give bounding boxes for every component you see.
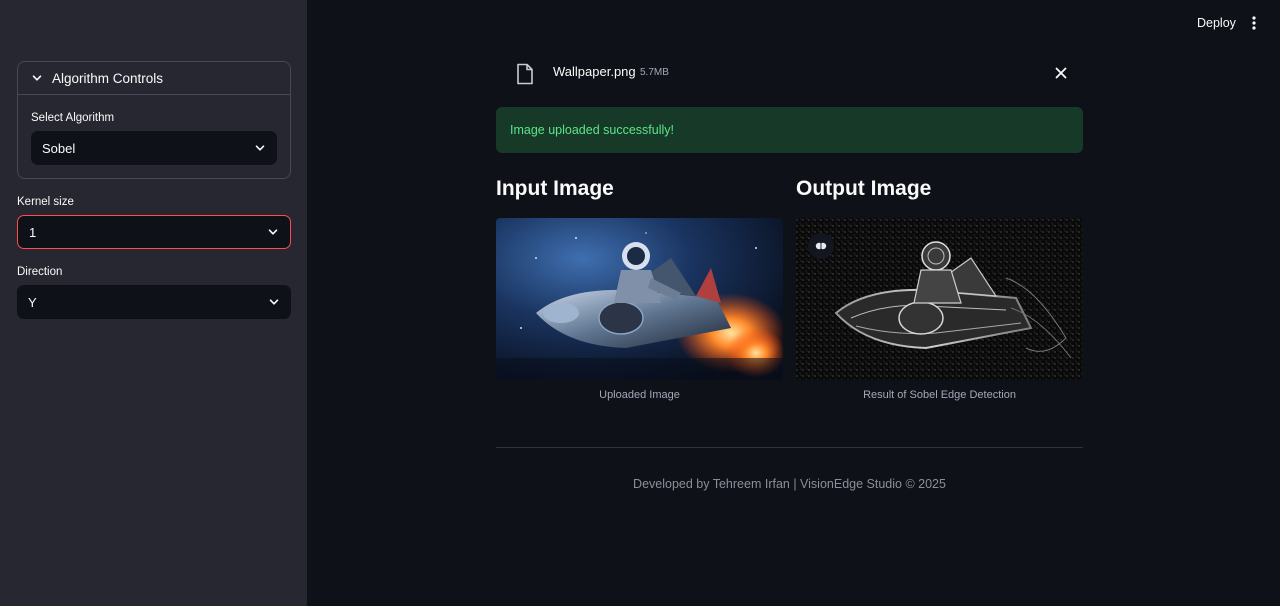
brain-icon [815, 242, 827, 250]
algorithm-select[interactable]: Sobel [31, 131, 277, 165]
input-image-heading: Input Image [496, 177, 614, 200]
success-alert-text: Image uploaded successfully! [510, 123, 674, 137]
algorithm-select-value: Sobel [42, 140, 76, 156]
chevron-down-icon [255, 145, 265, 151]
expander-header[interactable]: Algorithm Controls [18, 62, 290, 95]
sobel-edge-image [796, 218, 1083, 380]
file-icon [517, 63, 533, 85]
direction-select[interactable]: Y [17, 285, 291, 319]
close-icon[interactable] [1054, 66, 1068, 80]
input-image-caption: Uploaded Image [599, 389, 680, 401]
output-image-caption: Result of Sobel Edge Detection [863, 389, 1016, 401]
brain-icon-badge[interactable] [808, 233, 834, 259]
select-algorithm-label: Select Algorithm [31, 112, 115, 124]
kernel-size-label: Kernel size [17, 196, 74, 208]
divider [496, 447, 1083, 448]
output-image [796, 218, 1083, 380]
deploy-button[interactable]: Deploy [1197, 16, 1236, 30]
success-alert: Image uploaded successfully! [496, 107, 1083, 153]
footer-text: Developed by Tehreem Irfan | VisionEdge … [633, 477, 946, 491]
input-image [496, 218, 783, 380]
app-root: Algorithm Controls Select Algorithm Sobe… [0, 0, 1280, 606]
uploaded-file-size: 5.7MB [640, 67, 669, 78]
uploaded-file-name: Wallpaper.png [553, 64, 636, 79]
direction-value: Y [28, 294, 37, 310]
more-options-icon[interactable] [1247, 15, 1261, 31]
chevron-down-icon [268, 229, 278, 235]
expander-title: Algorithm Controls [52, 70, 164, 86]
output-image-heading: Output Image [796, 177, 932, 200]
sidebar: Algorithm Controls Select Algorithm Sobe… [0, 0, 307, 606]
chevron-down-icon [269, 299, 279, 305]
astronaut-rocket-image [496, 218, 783, 380]
direction-label: Direction [17, 266, 63, 278]
algorithm-controls-expander: Algorithm Controls Select Algorithm Sobe… [17, 61, 291, 179]
kernel-size-select[interactable]: 1 [17, 215, 291, 249]
chevron-down-icon [32, 75, 42, 81]
kernel-size-value: 1 [29, 224, 37, 240]
